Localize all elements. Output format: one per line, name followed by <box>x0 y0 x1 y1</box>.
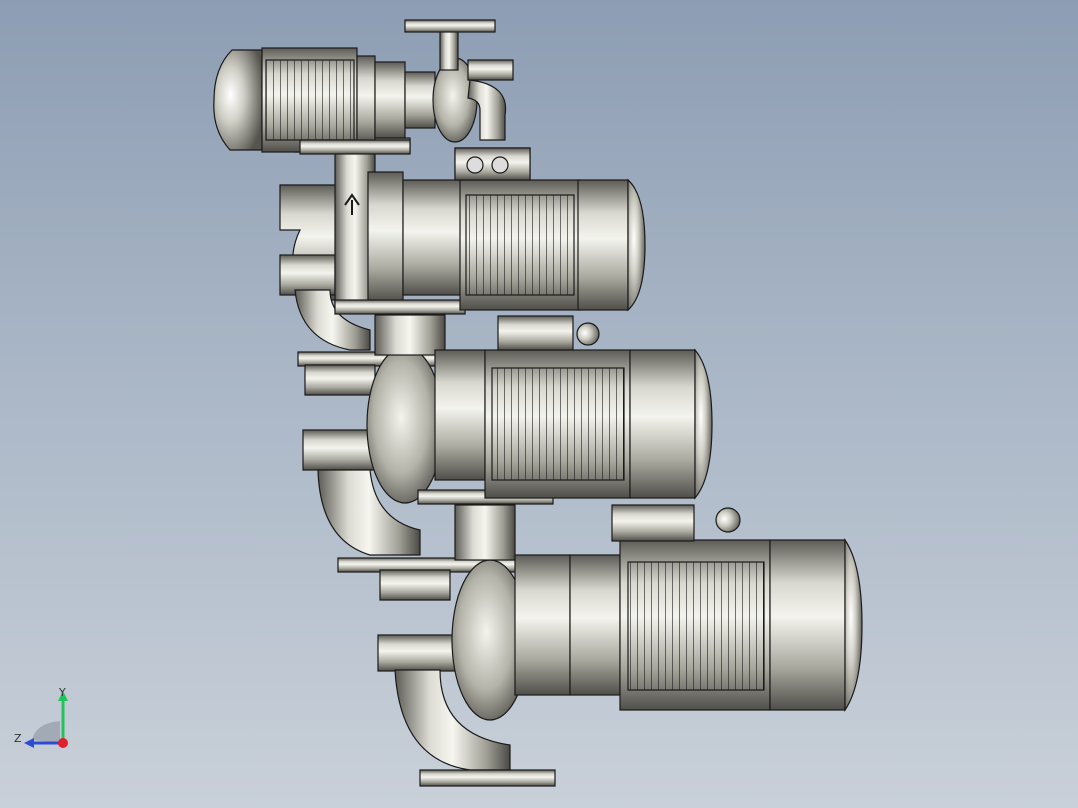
z-axis-label: Z <box>14 732 22 745</box>
graphics-viewport[interactable]: Y Z <box>0 0 1078 808</box>
axis-triad: Y Z <box>14 686 68 748</box>
y-axis-label: Y <box>58 686 66 699</box>
motor-4[interactable] <box>569 504 863 712</box>
motor-3[interactable] <box>484 315 713 500</box>
motor-2[interactable] <box>454 147 646 312</box>
origin-dot <box>58 738 68 748</box>
pump-assembly-model[interactable] <box>0 0 1078 808</box>
